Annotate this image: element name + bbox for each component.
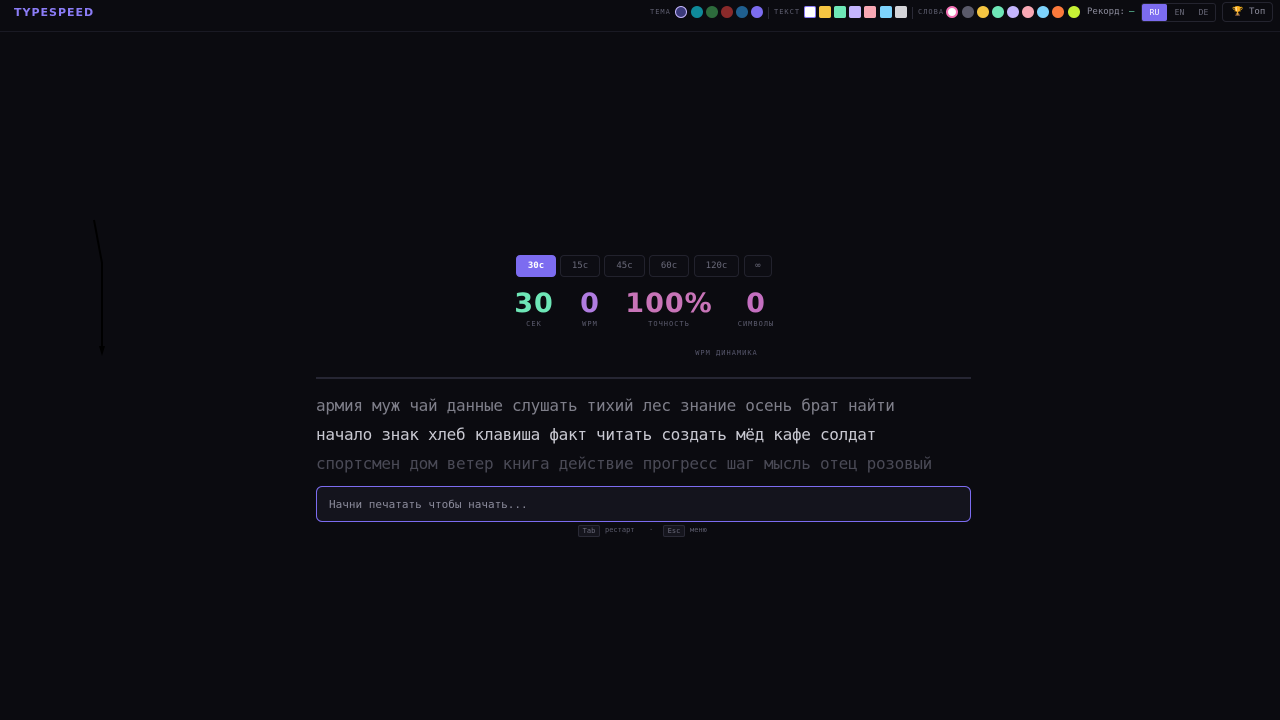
chars-value: 0 [746,288,766,319]
divider [912,7,913,19]
accuracy-label: ТОЧНОСТЬ [648,320,690,328]
theme-swatch-violet[interactable] [751,6,763,18]
duration-15s-button[interactable]: 15с [560,255,600,277]
arrow-down-icon [93,219,105,356]
typing-input[interactable] [317,487,970,521]
word-swatch-white[interactable] [946,6,958,18]
lang-en-button[interactable]: EN [1167,4,1192,21]
top-bar: TYPESPEED ТЕМА ТЕКСТ СЛОВА Рекорд: — RU … [0,0,1280,32]
wpm-graph [316,377,971,379]
word-swatch-mint[interactable] [992,6,1004,18]
text-line: спортсмен дом ветер книга действие прогр… [316,454,932,473]
wpm-label: WPM [582,320,598,328]
typing-input-container [316,486,971,522]
leaderboard-button[interactable]: 🏆 Топ [1222,2,1273,22]
duration-120s-button[interactable]: 120с [694,255,739,277]
word-swatch-pink[interactable] [1022,6,1034,18]
text-line: начало знак хлеб клавиша факт читать соз… [316,425,876,444]
chars-label: СИМВОЛЫ [737,320,775,328]
accuracy-value: 100% [625,288,713,319]
word-swatch-lavender[interactable] [1007,6,1019,18]
theme-label: ТЕМА [650,8,671,16]
menu-hint: меню [690,526,707,534]
word-swatch-yellow[interactable] [977,6,989,18]
lang-ru-button[interactable]: RU [1142,4,1167,21]
theme-swatch-blue[interactable] [736,6,748,18]
duration-45s-button[interactable]: 45с [604,255,645,277]
language-switcher: RU EN DE [1141,3,1216,22]
text-line: армия муж чай данные слушать тихий лес з… [316,396,895,415]
duration-60s-button[interactable]: 60с [649,255,689,277]
text-swatch-yellow[interactable] [819,6,831,18]
seconds-value: 30 [514,288,554,319]
text-swatch-white[interactable] [804,6,816,18]
text-swatch-lavender[interactable] [849,6,861,18]
restart-hint: рестарт [605,526,635,534]
duration-30s-button[interactable]: 30с [516,255,556,277]
record-label: Рекорд: [1087,7,1125,17]
word-swatch-slate[interactable] [962,6,974,18]
hint-separator: · [649,526,654,534]
app-logo[interactable]: TYPESPEED [14,6,94,19]
word-swatch-orange[interactable] [1052,6,1064,18]
theme-swatch-red[interactable] [721,6,733,18]
seconds-label: СЕК [526,320,542,328]
lang-de-button[interactable]: DE [1191,4,1216,21]
text-swatch-sky[interactable] [880,6,892,18]
wpm-graph-title: WPM ДИНАМИКА [695,349,758,357]
esc-key-badge: Esc [663,525,685,537]
theme-swatch-green[interactable] [706,6,718,18]
word-swatch-sky[interactable] [1037,6,1049,18]
duration-infinite-button[interactable]: ∞ [744,255,772,277]
theme-swatch-indigo[interactable] [675,6,687,18]
text-color-label: ТЕКСТ [774,8,801,16]
typing-text: армия муж чай данные слушать тихий лес з… [316,392,976,474]
leaderboard-label: Топ [1249,7,1266,17]
word-swatch-lime[interactable] [1068,6,1080,18]
text-swatch-gray[interactable] [895,6,907,18]
words-color-label: СЛОВА [918,8,945,16]
text-swatch-mint[interactable] [834,6,846,18]
text-swatch-pink[interactable] [864,6,876,18]
tab-key-badge: Tab [578,525,600,537]
record-value: — [1129,7,1135,17]
trophy-icon: 🏆 [1232,7,1244,17]
divider [768,7,769,19]
wpm-value: 0 [580,288,600,319]
theme-swatch-teal[interactable] [691,6,703,18]
